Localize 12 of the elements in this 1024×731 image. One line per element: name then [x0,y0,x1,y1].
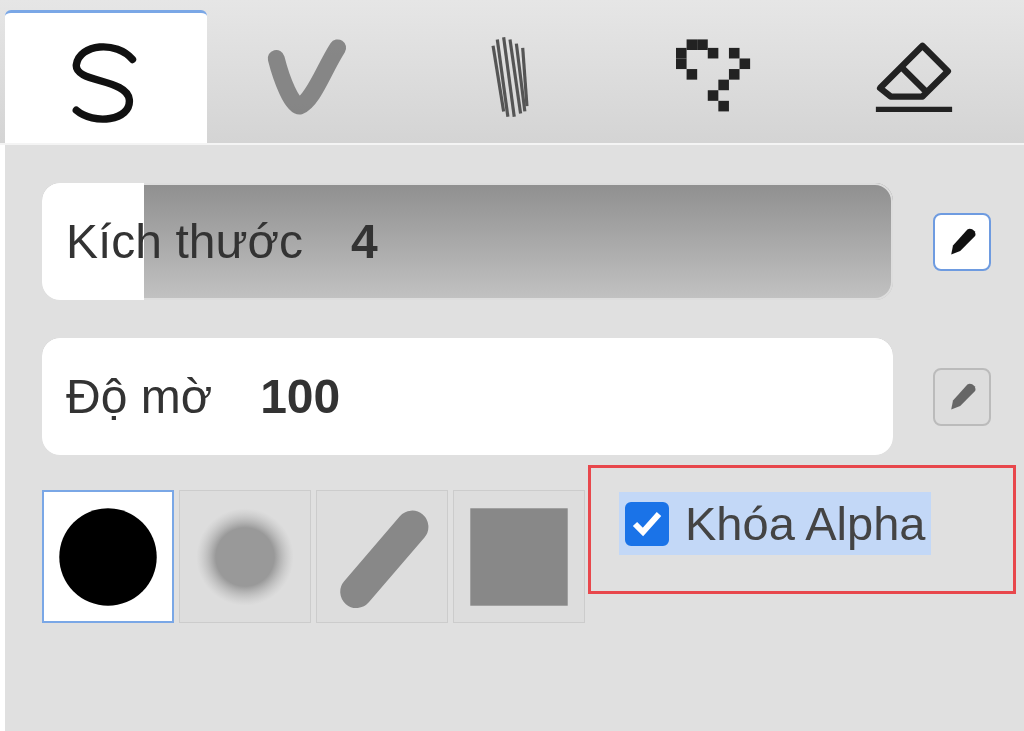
pressure-toggle[interactable] [933,367,991,426]
brush-shape[interactable] [42,490,174,623]
checkbox-label: Khóa Alpha [685,496,926,551]
slider-value: 100 [260,369,341,424]
slider-value: 4 [351,214,378,269]
slider[interactable]: Kích thước 4 [42,183,893,300]
pressure-toggle[interactable] [933,212,991,271]
slider[interactable]: Độ mờ 100 [42,338,893,455]
slider-label: Độ mờ [66,369,213,424]
tool-tab[interactable] [5,10,207,143]
slider-label: Kích thước [66,214,304,269]
checkbox[interactable] [625,501,669,546]
